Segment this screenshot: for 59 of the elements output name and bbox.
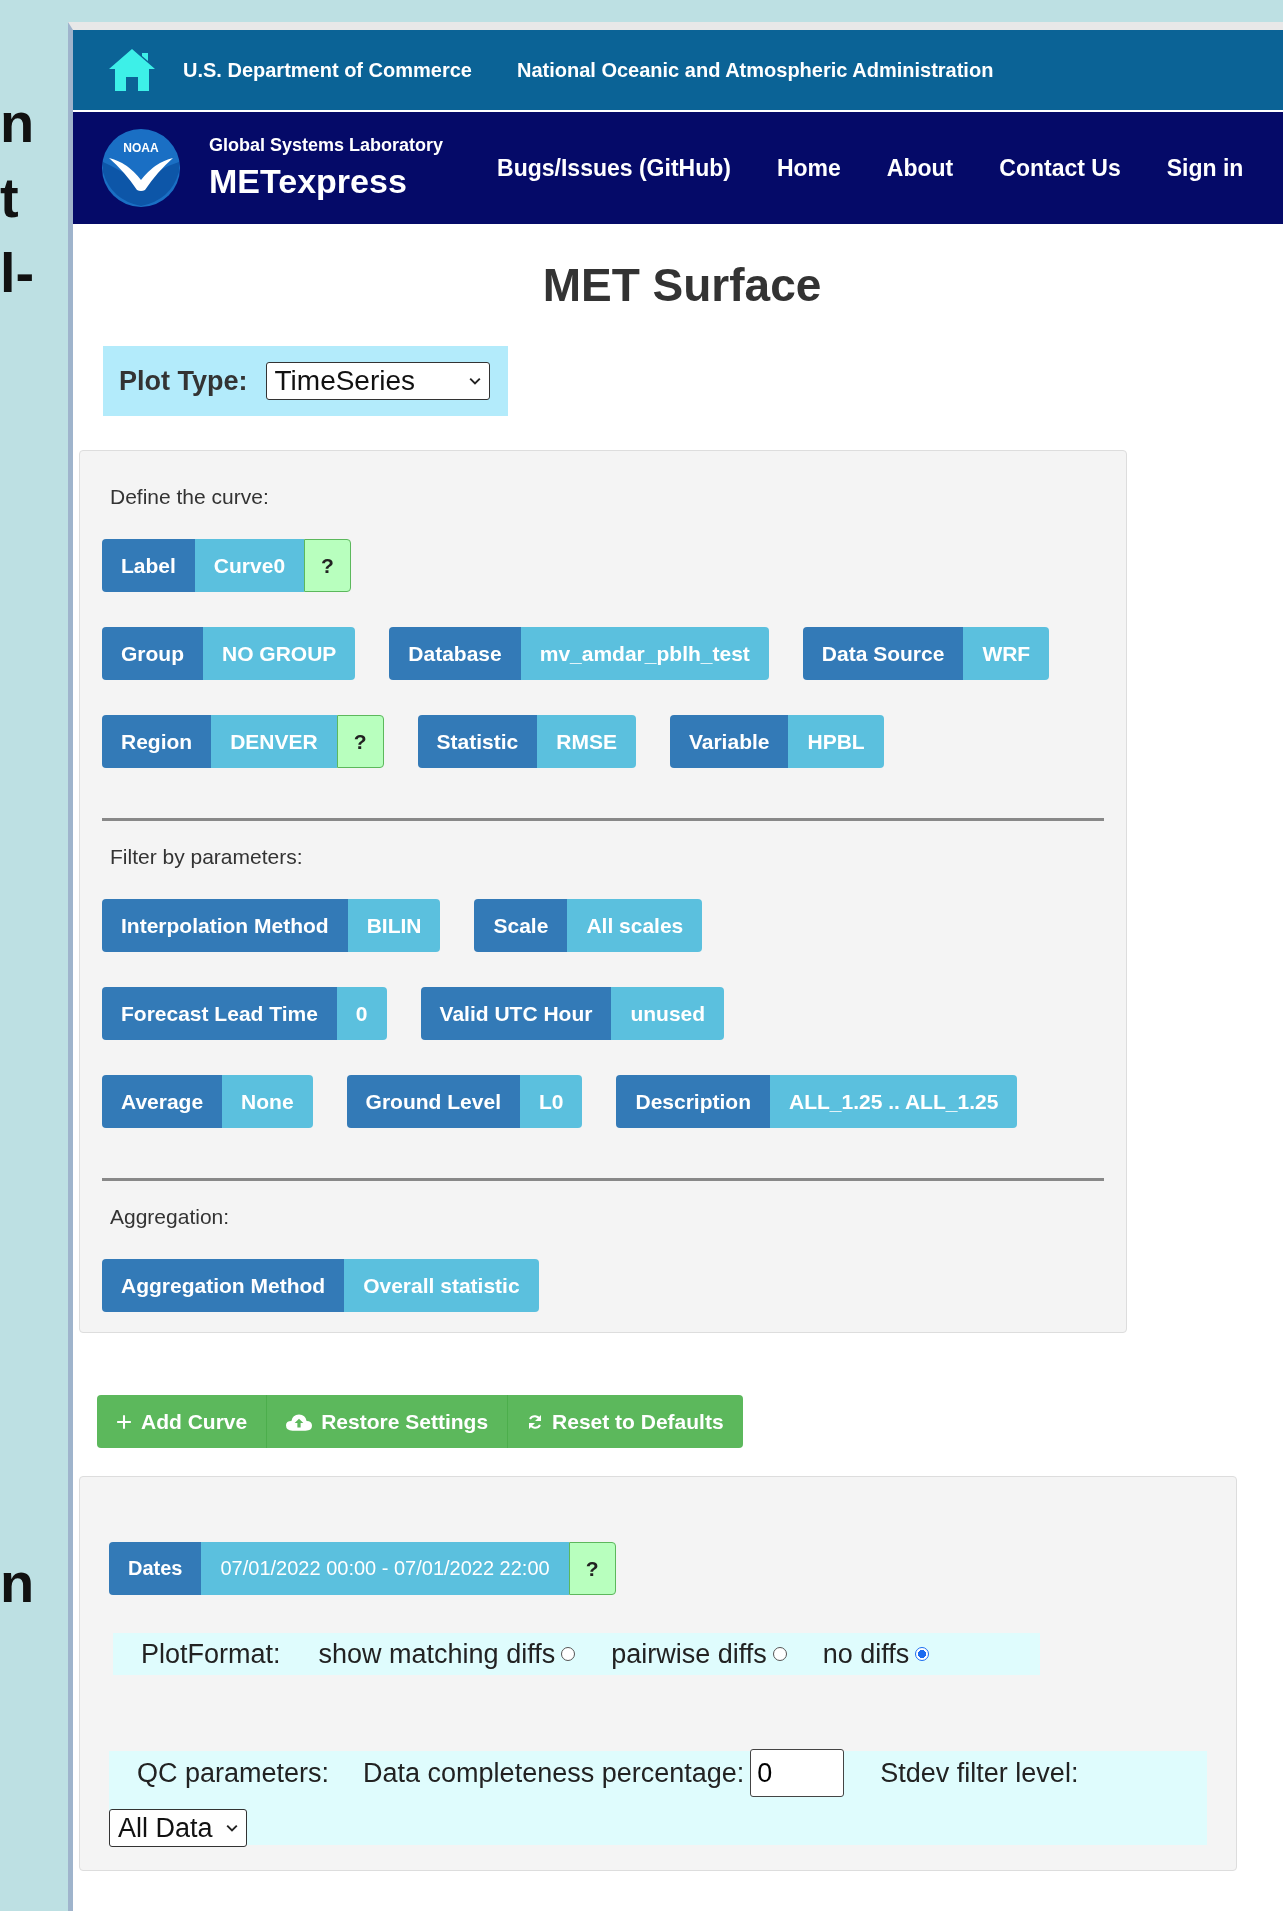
- nav-link[interactable]: About: [886, 154, 954, 182]
- app-name[interactable]: METexpress: [209, 162, 444, 201]
- cloud-upload-icon: [286, 1412, 313, 1431]
- department-link[interactable]: U.S. Department of Commerce: [183, 58, 472, 82]
- parameter-label[interactable]: Description: [616, 1075, 770, 1128]
- parameter-label[interactable]: Interpolation Method: [102, 899, 348, 952]
- action-button[interactable]: Restore Settings: [267, 1395, 509, 1448]
- radio-button[interactable]: [772, 1647, 787, 1661]
- stdev-label: Stdev filter level:: [880, 1757, 1079, 1789]
- action-button[interactable]: Add Curve: [97, 1395, 268, 1448]
- parameter-label[interactable]: Average: [102, 1075, 223, 1128]
- radio-button[interactable]: [915, 1647, 930, 1661]
- parameter-label[interactable]: Group: [102, 627, 203, 680]
- section-heading: Aggregation:: [110, 1205, 231, 1229]
- help-button[interactable]: ?: [336, 715, 384, 768]
- parameter-label[interactable]: Ground Level: [346, 1075, 520, 1128]
- help-button[interactable]: ?: [568, 1542, 616, 1595]
- parameter-label[interactable]: Label: [102, 539, 195, 592]
- radio-label[interactable]: pairwise diffs: [611, 1638, 767, 1670]
- help-button[interactable]: ?: [304, 539, 351, 592]
- slide-text: n: [0, 1555, 35, 1611]
- parameter-label[interactable]: Valid UTC Hour: [420, 987, 612, 1040]
- completeness-label: Data completeness percentage:: [363, 1757, 745, 1789]
- slide-text: l-: [0, 245, 35, 301]
- caret-icon: [468, 377, 481, 385]
- qc-label: QC parameters:: [137, 1757, 330, 1789]
- nav-link[interactable]: Bugs/Issues (GitHub): [497, 154, 731, 182]
- plus-icon: [116, 1413, 132, 1430]
- completeness-field[interactable]: 0: [750, 1749, 845, 1797]
- page-title: MET Surface: [541, 258, 823, 312]
- action-button[interactable]: Reset to Defaults: [508, 1395, 743, 1448]
- stdev-select[interactable]: All Data: [109, 1809, 247, 1847]
- refresh-icon: [527, 1413, 544, 1430]
- plot-type-select[interactable]: TimeSeries: [265, 362, 490, 400]
- parameter-label[interactable]: Variable: [669, 715, 789, 768]
- parameter-label[interactable]: Forecast Lead Time: [102, 987, 337, 1040]
- lab-name: Global Systems Laboratory: [209, 135, 444, 156]
- slide-text: n: [0, 95, 35, 151]
- parameter-label[interactable]: Data Source: [802, 627, 964, 680]
- parameter-label[interactable]: Region: [102, 715, 212, 768]
- caret-icon: [226, 1824, 238, 1832]
- nav-link[interactable]: Contact Us: [999, 154, 1121, 182]
- section-heading: Define the curve:: [110, 485, 270, 509]
- agency-link[interactable]: National Oceanic and Atmospheric Administration: [516, 58, 994, 82]
- dates-label[interactable]: Dates: [109, 1542, 202, 1595]
- radio-label[interactable]: no diffs: [822, 1638, 910, 1670]
- nav-link[interactable]: Sign in: [1166, 154, 1244, 182]
- plot-type-label: Plot Type:: [119, 365, 248, 397]
- noaa-logo[interactable]: NOAA: [101, 128, 181, 208]
- radio-button[interactable]: [561, 1647, 576, 1661]
- parameter-label[interactable]: Statistic: [417, 715, 538, 768]
- slide-text: t: [0, 170, 19, 226]
- section-heading: Filter by parameters:: [110, 845, 304, 869]
- parameter-label[interactable]: Database: [389, 627, 521, 680]
- parameter-label[interactable]: Aggregation Method: [102, 1259, 345, 1312]
- parameter-label[interactable]: Scale: [474, 899, 568, 952]
- radio-label[interactable]: show matching diffs: [318, 1638, 556, 1670]
- nav-link[interactable]: Home: [776, 154, 841, 182]
- plot-format-label: PlotFormat:: [141, 1638, 281, 1670]
